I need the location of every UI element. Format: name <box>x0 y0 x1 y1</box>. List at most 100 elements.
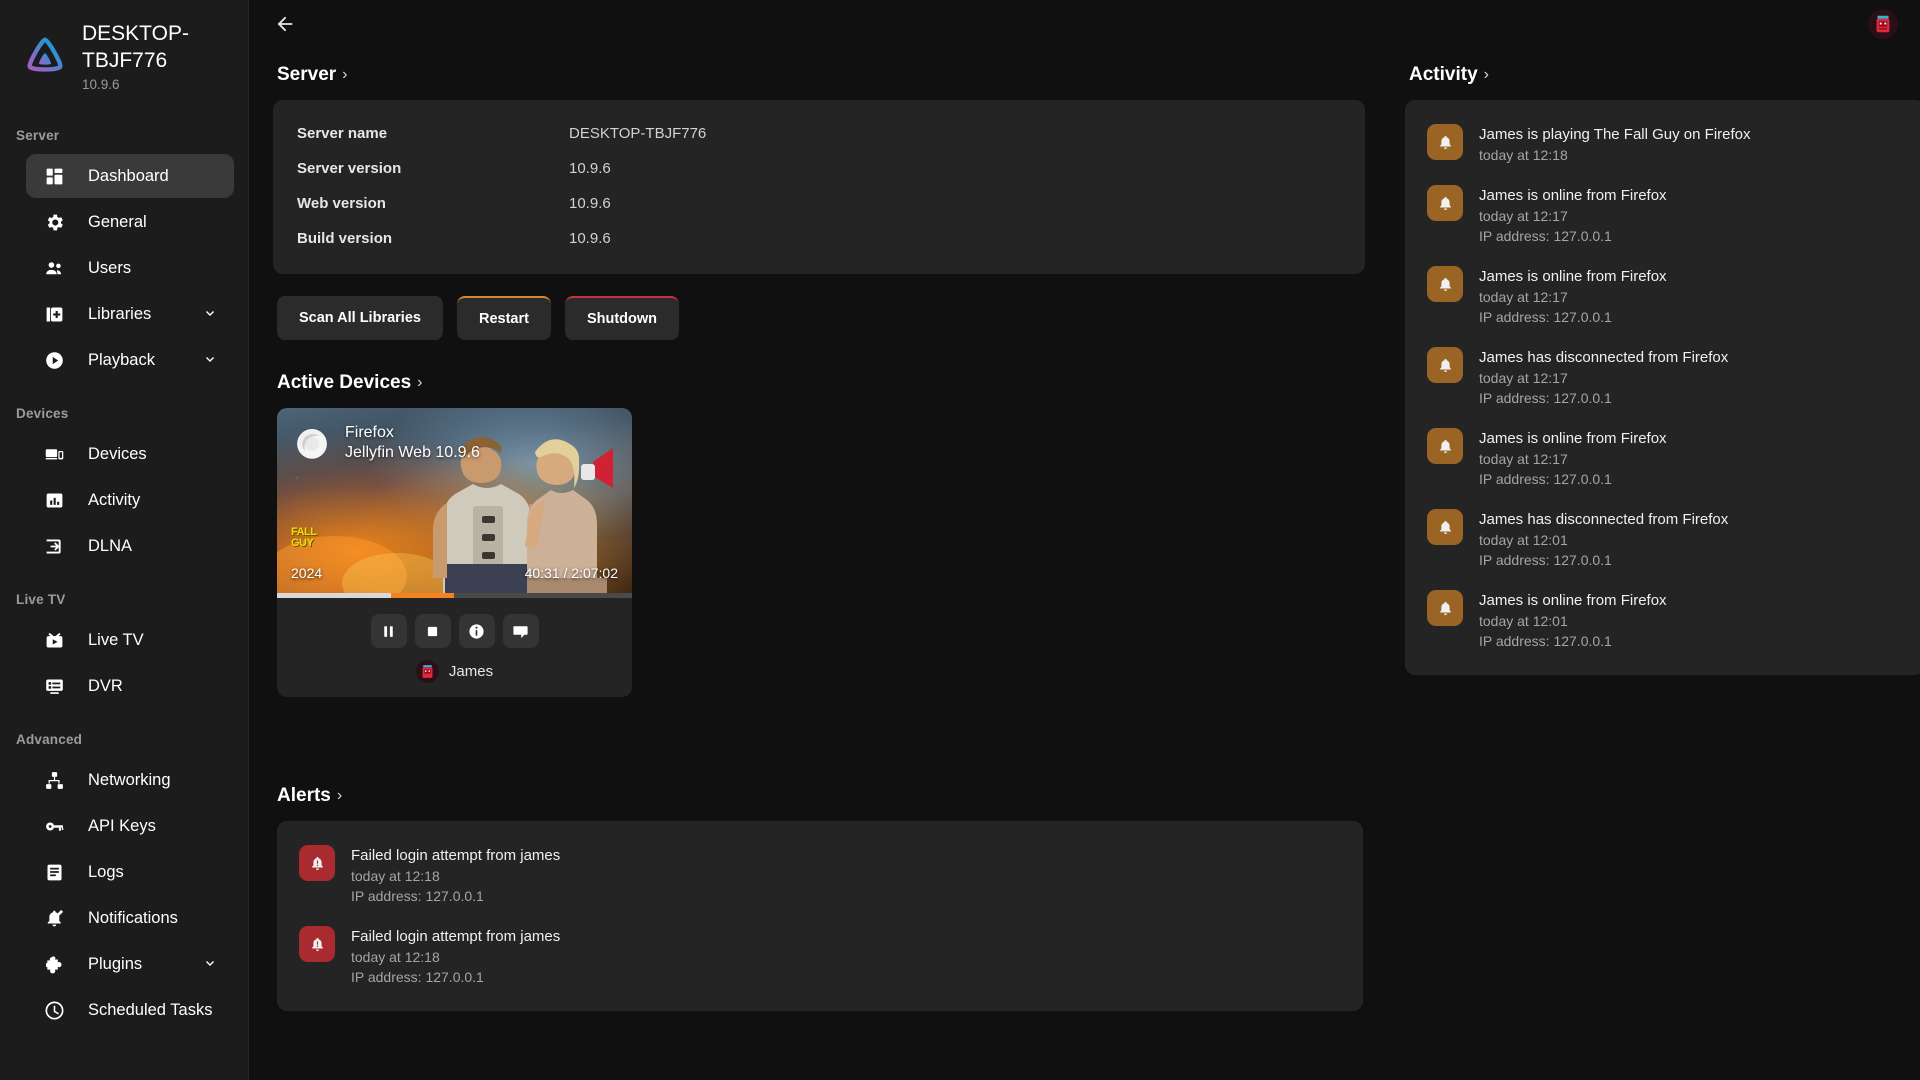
list-item-body: James is online from Firefox today at 12:… <box>1479 185 1667 246</box>
media-logo-line2: GUY <box>291 537 314 549</box>
shutdown-button[interactable]: Shutdown <box>564 296 680 340</box>
sidebar-item-dlna[interactable]: DLNA <box>26 524 234 568</box>
bell-icon <box>1427 428 1463 464</box>
server-info-key: Web version <box>297 195 386 212</box>
device-user: James <box>415 660 494 683</box>
list-item-time: today at 12:17 <box>1479 289 1568 305</box>
list-item[interactable]: James has disconnected from Firefox today… <box>1405 337 1920 418</box>
list-item[interactable]: James is online from Firefox today at 12:… <box>1405 580 1920 661</box>
list-item-ip: IP address: 127.0.0.1 <box>1479 471 1612 487</box>
logs-icon <box>47 864 61 880</box>
topbar <box>249 0 1920 48</box>
chevron-down-icon[interactable] <box>202 956 218 972</box>
avatar[interactable] <box>1868 9 1898 39</box>
brand-header[interactable]: DESKTOP-TBJF776 10.9.6 <box>0 0 248 102</box>
bell-icon <box>1439 601 1451 615</box>
active-devices-section-header[interactable]: Active Devices › <box>277 372 422 394</box>
play-circle-icon <box>45 351 63 369</box>
live-tv-icon <box>46 632 62 647</box>
sidebar-item-api-keys[interactable]: API Keys <box>26 804 234 848</box>
sidebar-item-networking[interactable]: Networking <box>26 758 234 802</box>
device-backdrop: Firefox Jellyfin Web 10.9.6 FALL GUY 202… <box>277 408 632 593</box>
list-item-body: James has disconnected from Firefox today… <box>1479 509 1728 570</box>
sidebar-item-label: Libraries <box>88 304 152 323</box>
chevron-down-icon <box>206 357 214 362</box>
server-actions: Scan All Libraries Restart Shutdown <box>277 296 1365 340</box>
sidebar-item-label: Devices <box>88 444 147 463</box>
library-add-icon <box>46 307 62 321</box>
main-area: Server › Server name DESKTOP-TBJF776 Serve… <box>249 0 1920 1080</box>
chevron-down-icon <box>206 311 214 316</box>
brand-version: 10.9.6 <box>82 77 120 92</box>
sidebar-item-playback[interactable]: Playback <box>26 338 234 382</box>
stop-button[interactable] <box>414 614 451 648</box>
chevron-down-icon[interactable] <box>202 306 218 322</box>
restart-button[interactable]: Restart <box>456 296 551 340</box>
firefox-icon <box>297 429 327 459</box>
chevron-right-icon: › <box>417 374 423 391</box>
list-item-ip: IP address: 127.0.0.1 <box>1479 390 1612 406</box>
list-item[interactable]: James is online from Firefox today at 12:… <box>1405 256 1920 337</box>
sidebar-item-logs[interactable]: Logs <box>26 850 234 894</box>
device-app-name: Firefox <box>345 424 394 441</box>
list-item-title: Failed login attempt from james <box>351 928 561 945</box>
sidebar-item-activity[interactable]: Activity <box>26 478 234 522</box>
server-section-header[interactable]: Server › <box>277 64 348 86</box>
sidebar-item-live-tv[interactable]: Live TV <box>26 618 234 662</box>
list-item-ip: IP address: 127.0.0.1 <box>351 888 484 904</box>
list-item-body: James is online from Firefox today at 12:… <box>1479 590 1667 651</box>
bell-icon <box>1439 439 1451 453</box>
sidebar-item-notifications[interactable]: Notifications <box>26 896 234 940</box>
active-devices-title: Active Devices <box>277 372 412 393</box>
list-item[interactable]: Failed login attempt from james today at … <box>277 916 1363 997</box>
bell-icon <box>1427 509 1463 545</box>
device-user-name: James <box>448 663 494 680</box>
pause-button[interactable] <box>370 614 407 648</box>
dvr-icon <box>42 674 66 698</box>
sidebar-item-users[interactable]: Users <box>26 246 234 290</box>
device-controls: James <box>277 598 632 697</box>
sidebar-item-dashboard[interactable]: Dashboard <box>26 154 234 198</box>
back-arrow-icon[interactable] <box>267 6 303 42</box>
activity-section-header[interactable]: Activity › <box>1409 64 1489 86</box>
bell-icon <box>1439 277 1451 291</box>
info-button[interactable] <box>458 614 495 648</box>
sidebar-item-scheduled-tasks[interactable]: Scheduled Tasks <box>26 988 234 1032</box>
sidebar-item-libraries[interactable]: Libraries <box>26 292 234 336</box>
list-item[interactable]: James is playing The Fall Guy on Firefox… <box>1405 114 1920 175</box>
activity-panel: James is playing The Fall Guy on Firefox… <box>1405 100 1920 675</box>
list-item-body: James is online from Firefox today at 12:… <box>1479 266 1667 327</box>
server-info-panel: Server name DESKTOP-TBJF776 Server version… <box>273 100 1365 274</box>
list-item[interactable]: James has disconnected from Firefox today… <box>1405 499 1920 580</box>
left-column: Server › Server name DESKTOP-TBJF776 Serve… <box>273 48 1365 1011</box>
list-item[interactable]: James is online from Firefox today at 12:… <box>1405 175 1920 256</box>
library-add-icon <box>42 302 66 326</box>
chevron-down-icon[interactable] <box>202 352 218 368</box>
server-info-key: Server name <box>297 125 388 142</box>
server-info-row: Build version 10.9.6 <box>297 221 1341 256</box>
active-device-card[interactable]: Firefox Jellyfin Web 10.9.6 FALL GUY 202… <box>277 408 632 697</box>
gear-icon <box>42 210 66 234</box>
sidebar-item-plugins[interactable]: Plugins <box>26 942 234 986</box>
list-item[interactable]: James is online from Firefox today at 12:… <box>1405 418 1920 499</box>
sidebar-item-general[interactable]: General <box>26 200 234 244</box>
sidebar-item-dvr[interactable]: DVR <box>26 664 234 708</box>
device-meta: 2024 40:31 / 2:07:02 <box>291 565 618 581</box>
sidebar-item-devices[interactable]: Devices <box>26 432 234 476</box>
list-item-time: today at 12:01 <box>1479 613 1568 629</box>
sidebar-item-label: Users <box>88 258 132 277</box>
network-icon <box>42 768 66 792</box>
alerts-section-header[interactable]: Alerts › <box>277 785 342 807</box>
list-item[interactable]: Failed login attempt from james today at … <box>277 835 1363 916</box>
right-column: Activity › James is playing The Fall Guy… <box>1405 48 1920 1011</box>
server-info-key: Build version <box>297 230 393 247</box>
sidebar-item-label: Scheduled Tasks <box>88 1000 213 1019</box>
list-item-body: James is online from Firefox today at 12:… <box>1479 428 1667 489</box>
message-button[interactable] <box>502 614 539 648</box>
alert-bell-icon <box>311 937 323 951</box>
scan-all-libraries-button[interactable]: Scan All Libraries <box>277 296 443 340</box>
list-item-ip: IP address: 127.0.0.1 <box>1479 228 1612 244</box>
list-item-title: James is playing The Fall Guy on Firefox <box>1479 126 1751 143</box>
list-item-ip: IP address: 127.0.0.1 <box>1479 552 1612 568</box>
sidebar-item-label: API Keys <box>88 816 156 835</box>
